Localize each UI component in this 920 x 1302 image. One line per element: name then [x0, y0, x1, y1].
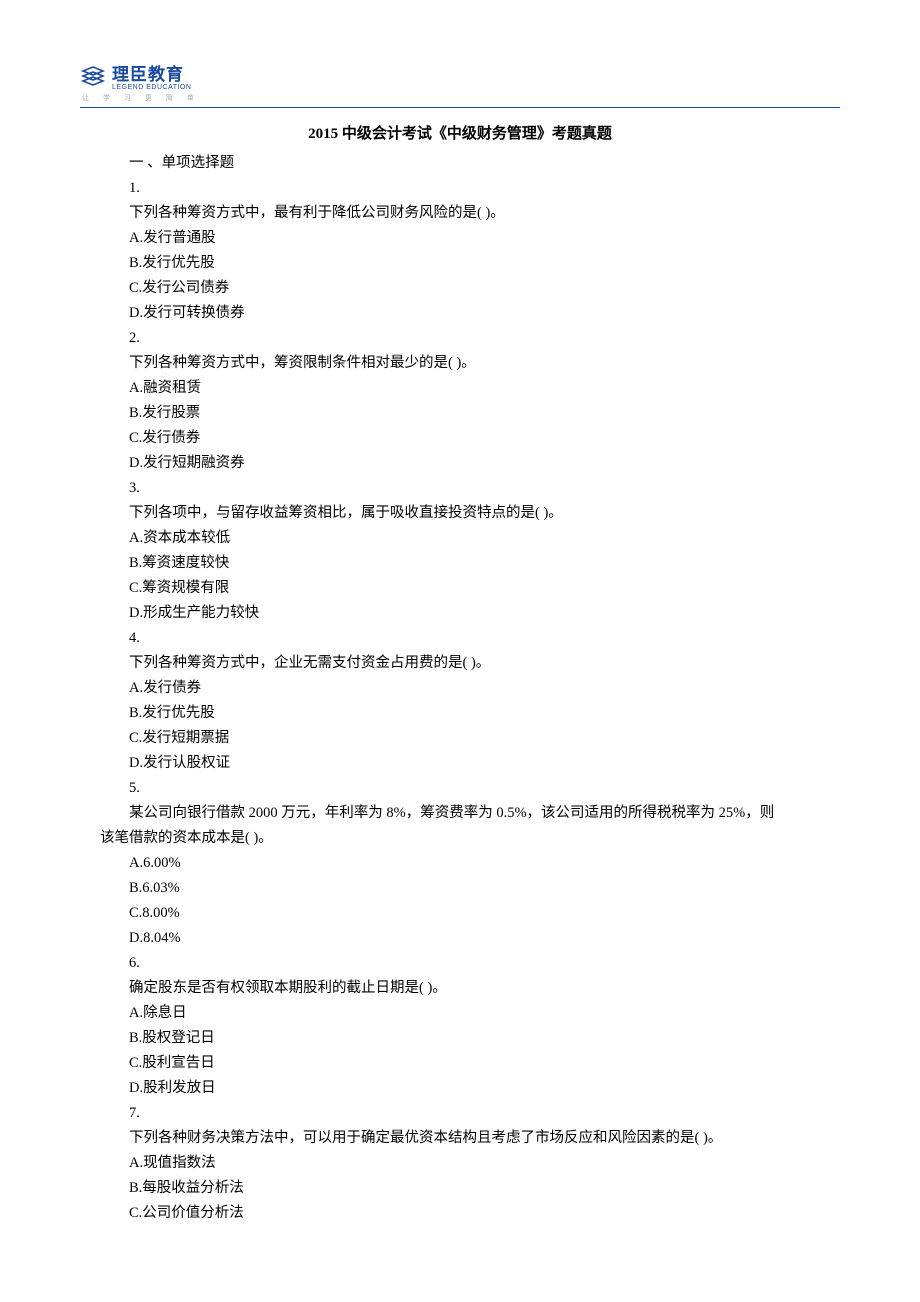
document-page: 理臣教育 LEGEND EDUCATION 让 学 习 更 简 单 2015 中… [0, 0, 920, 1286]
question-number: 1. [100, 176, 820, 201]
brand-name-en: LEGEND EDUCATION [112, 84, 191, 91]
header-divider [80, 107, 840, 108]
answer-option: D.形成生产能力较快 [100, 601, 820, 626]
question-number: 2. [100, 326, 820, 351]
answer-option: D.发行短期融资券 [100, 451, 820, 476]
question-number: 7. [100, 1101, 820, 1126]
question-stem: 下列各项中，与留存收益筹资相比，属于吸收直接投资特点的是( )。 [100, 501, 820, 526]
answer-option: A.6.00% [100, 851, 820, 876]
answer-option: C.发行债券 [100, 426, 820, 451]
brand-logo-icon [80, 65, 106, 87]
question-stem: 下列各种筹资方式中，筹资限制条件相对最少的是( )。 [100, 351, 820, 376]
section-heading: 一 、单项选择题 [100, 151, 820, 176]
question-stem: 下列各种财务决策方法中，可以用于确定最优资本结构且考虑了市场反应和风险因素的是(… [100, 1126, 820, 1151]
page-title: 2015 中级会计考试《中级财务管理》考题真题 [100, 122, 820, 143]
answer-option: B.发行优先股 [100, 701, 820, 726]
answer-option: C.发行公司债券 [100, 276, 820, 301]
brand-header: 理臣教育 LEGEND EDUCATION 让 学 习 更 简 单 [80, 60, 820, 103]
exam-body: 一 、单项选择题 1. 下列各种筹资方式中，最有利于降低公司财务风险的是( )。… [100, 151, 820, 1226]
answer-option: D.股利发放日 [100, 1076, 820, 1101]
question-stem-cont: 该笔借款的资本成本是( )。 [100, 826, 820, 851]
question-stem: 某公司向银行借款 2000 万元，年利率为 8%，筹资费率为 0.5%，该公司适… [100, 801, 820, 826]
answer-option: B.发行优先股 [100, 251, 820, 276]
brand-tagline: 让 学 习 更 简 单 [82, 93, 820, 103]
answer-option: A.发行普通股 [100, 226, 820, 251]
answer-option: B.每股收益分析法 [100, 1176, 820, 1201]
brand-name-cn: 理臣教育 [112, 60, 191, 85]
answer-option: D.8.04% [100, 926, 820, 951]
answer-option: B.发行股票 [100, 401, 820, 426]
question-number: 3. [100, 476, 820, 501]
answer-option: A.发行债券 [100, 676, 820, 701]
question-stem: 下列各种筹资方式中，最有利于降低公司财务风险的是( )。 [100, 201, 820, 226]
question-stem: 下列各种筹资方式中，企业无需支付资金占用费的是( )。 [100, 651, 820, 676]
answer-option: A.融资租赁 [100, 376, 820, 401]
answer-option: A.除息日 [100, 1001, 820, 1026]
question-number: 6. [100, 951, 820, 976]
answer-option: A.现值指数法 [100, 1151, 820, 1176]
answer-option: D.发行认股权证 [100, 751, 820, 776]
answer-option: C.股利宣告日 [100, 1051, 820, 1076]
answer-option: B.股权登记日 [100, 1026, 820, 1051]
answer-option: A.资本成本较低 [100, 526, 820, 551]
answer-option: B.筹资速度较快 [100, 551, 820, 576]
question-number: 5. [100, 776, 820, 801]
answer-option: C.公司价值分析法 [100, 1201, 820, 1226]
answer-option: C.8.00% [100, 901, 820, 926]
question-stem: 确定股东是否有权领取本期股利的截止日期是( )。 [100, 976, 820, 1001]
answer-option: D.发行可转换债券 [100, 301, 820, 326]
answer-option: C.筹资规模有限 [100, 576, 820, 601]
answer-option: B.6.03% [100, 876, 820, 901]
answer-option: C.发行短期票据 [100, 726, 820, 751]
question-number: 4. [100, 626, 820, 651]
